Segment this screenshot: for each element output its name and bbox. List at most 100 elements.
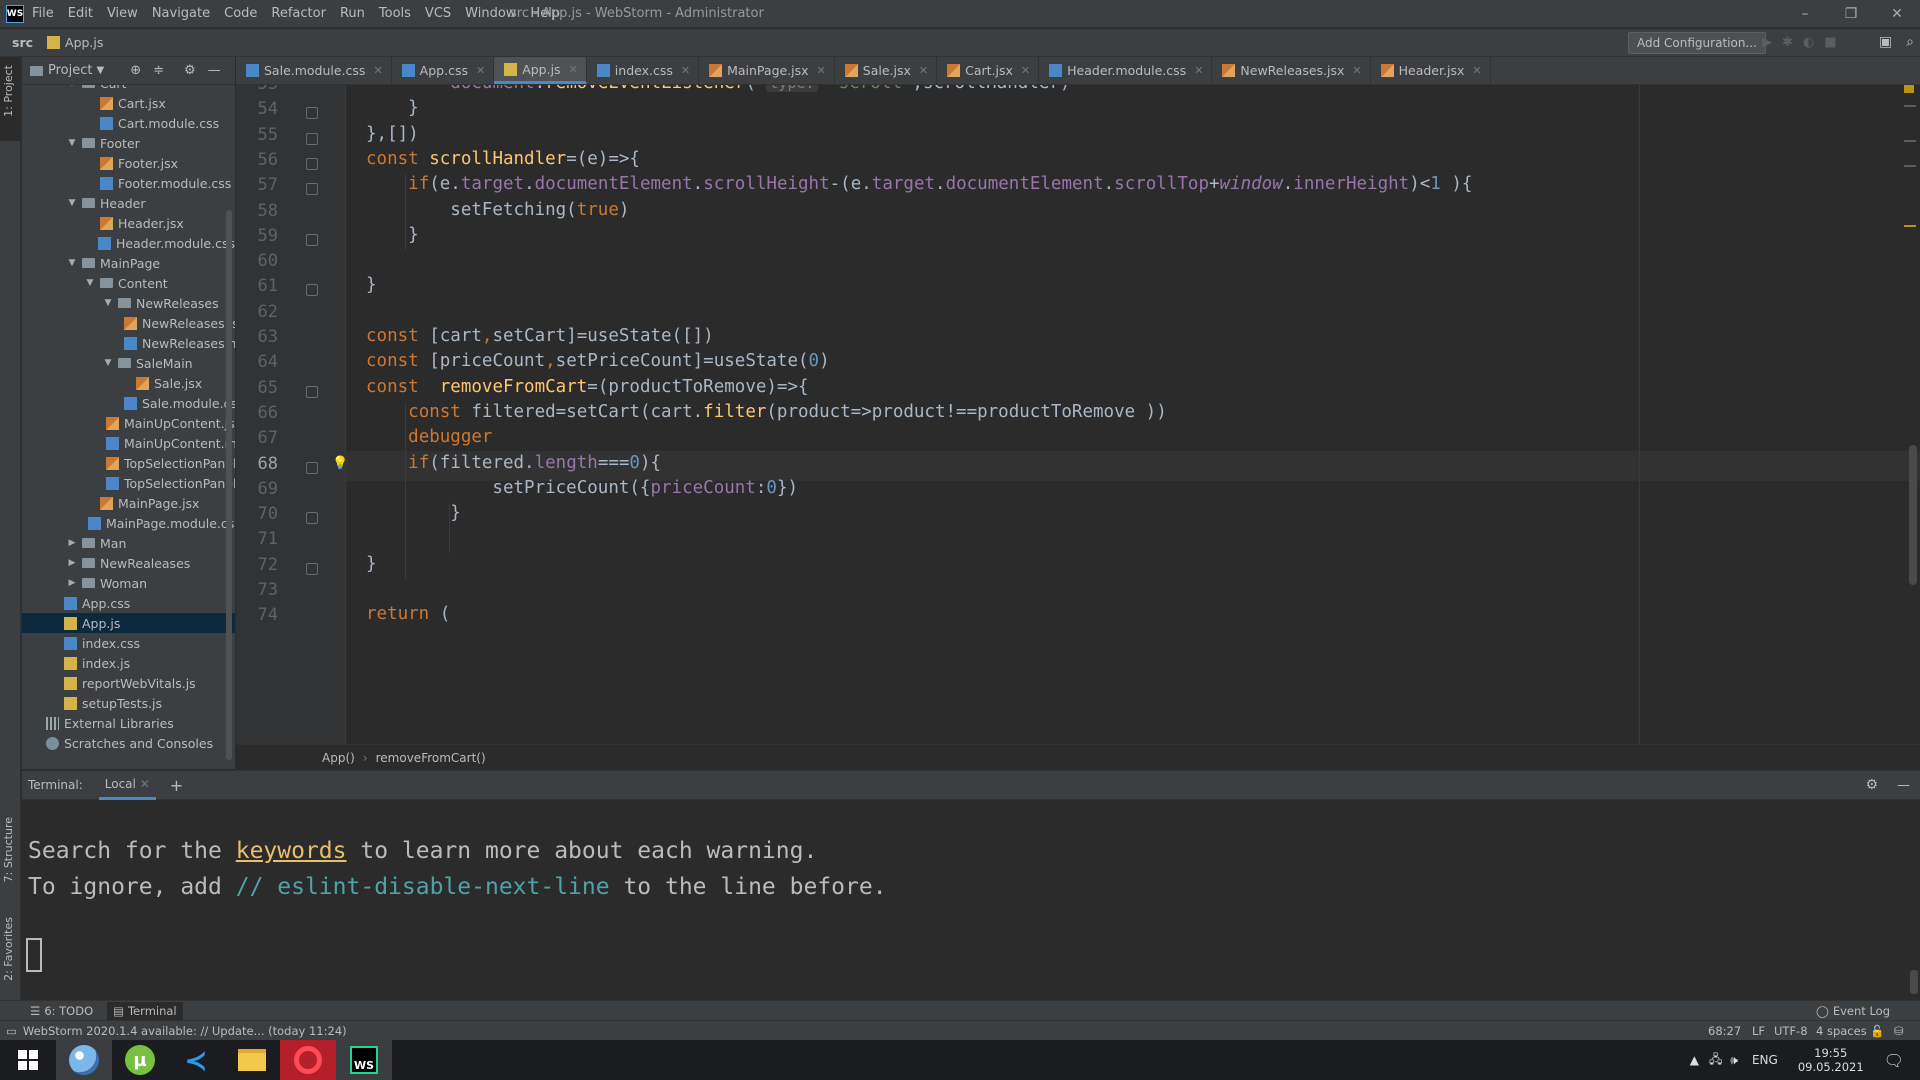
collapsed-arrow-icon[interactable]: ▶ — [66, 538, 78, 548]
maximize-button[interactable]: ❐ — [1828, 0, 1874, 28]
chevron-down-icon[interactable]: ▼ — [96, 65, 104, 76]
taskbar-app-explorer[interactable] — [224, 1040, 280, 1080]
code-editor[interactable]: 53 54 55 56 57 58 59 60 61 62 63 64 65 66 67 68 69 70 71 72… — [236, 85, 1920, 744]
code-line[interactable]: const filtered=setCart(cart.filter(produ… — [366, 402, 1167, 422]
editor-scrollbar[interactable] — [1909, 445, 1917, 585]
editor-tab[interactable]: index.css ✕ — [587, 57, 700, 84]
menu-vcs[interactable]: VCS — [425, 6, 451, 21]
status-window-icon[interactable]: ▭ — [6, 1024, 17, 1038]
taskbar-app-vscode[interactable]: ≺ — [168, 1040, 224, 1080]
taskbar-app-torrent[interactable]: µ — [112, 1040, 168, 1080]
close-tab-icon[interactable]: ✕ — [140, 777, 150, 791]
editor-tab[interactable]: NewReleases.jsx ✕ — [1212, 57, 1371, 84]
close-window-button[interactable]: ✕ — [1874, 0, 1920, 28]
volume-icon[interactable]: 🕪 — [1730, 1053, 1738, 1068]
caret-position[interactable]: 68:27 — [1708, 1024, 1741, 1038]
terminal-tool-button[interactable]: ▤ Terminal — [107, 1001, 183, 1020]
tree-item[interactable]: MainUpContent.jsx — [22, 413, 235, 433]
close-tab-icon[interactable]: ✕ — [919, 64, 928, 77]
debug-icon[interactable]: ✱ — [1782, 35, 1793, 50]
expanded-arrow-icon[interactable]: ▼ — [66, 258, 78, 268]
collapsed-arrow-icon[interactable]: ▶ — [66, 558, 78, 568]
taskbar-app-paint[interactable] — [56, 1040, 112, 1080]
locate-file-icon[interactable]: ⊕ — [130, 63, 141, 78]
collapse-all-icon[interactable]: ≑ — [153, 63, 164, 78]
menu-file[interactable]: File — [32, 6, 54, 21]
code-line[interactable]: const [cart,setCart]=useState([]) — [366, 326, 714, 346]
project-structure-icon[interactable]: ▣ — [1879, 34, 1892, 50]
structure-tool-button[interactable]: 7: Structure — [2, 817, 15, 882]
code-line[interactable]: },[]) — [366, 124, 419, 144]
code-line[interactable]: const [priceCount,setPriceCount]=useStat… — [366, 351, 830, 371]
expanded-arrow-icon[interactable]: ▼ — [66, 138, 78, 148]
taskbar-app-opera[interactable] — [280, 1040, 336, 1080]
editor-tab[interactable]: Sale.jsx ✕ — [835, 57, 938, 84]
fold-marker-icon[interactable] — [306, 461, 318, 474]
tree-item[interactable]: Footer.module.css — [22, 173, 235, 193]
code-line[interactable]: if(e.target.documentElement.scrollHeight… — [366, 174, 1472, 194]
tree-item[interactable]: index.js — [22, 653, 235, 673]
code-line[interactable]: const removeFromCart=(productToRemove)=>… — [366, 377, 809, 397]
code-line[interactable]: } — [366, 98, 419, 118]
tree-item[interactable]: Cart.module.css — [22, 113, 235, 133]
tree-item[interactable]: External Libraries — [22, 713, 235, 733]
tree-item[interactable]: Cart.jsx — [22, 93, 235, 113]
close-tab-icon[interactable]: ✕ — [1472, 64, 1481, 77]
editor-tab[interactable]: Header.jsx ✕ — [1371, 57, 1491, 84]
collapsed-arrow-icon[interactable]: ▶ — [66, 578, 78, 588]
gear-icon[interactable]: ⚙ — [1865, 777, 1878, 793]
tree-item[interactable]: ▼ Cart — [22, 85, 235, 93]
keywords-link[interactable]: keywords — [236, 838, 347, 864]
tree-item[interactable]: MainPage.module.css — [22, 513, 235, 533]
terminal-scrollbar[interactable] — [1910, 970, 1918, 994]
menu-window[interactable]: Window — [465, 6, 516, 21]
language-indicator[interactable]: ENG — [1752, 1053, 1778, 1067]
search-everywhere-icon[interactable]: ⌕ — [1906, 34, 1914, 50]
tree-item[interactable]: ▼ MainPage — [22, 253, 235, 273]
taskbar-app-webstorm[interactable]: WS — [336, 1040, 392, 1080]
tree-item[interactable]: NewReleases.mo — [22, 333, 235, 353]
tree-item[interactable]: App.js — [22, 613, 235, 633]
tree-item[interactable]: Header.module.css — [22, 233, 235, 253]
breadcrumb-app-fn[interactable]: App() — [322, 751, 355, 765]
start-button[interactable] — [0, 1040, 56, 1080]
network-icon[interactable]: 🖧 — [1709, 1050, 1722, 1071]
editor-tab[interactable]: MainPage.jsx ✕ — [699, 57, 835, 84]
fold-marker-icon[interactable] — [306, 385, 318, 398]
close-tab-icon[interactable]: ✕ — [476, 64, 485, 77]
fold-marker-icon[interactable] — [306, 132, 318, 145]
line-separator[interactable]: LF — [1752, 1024, 1765, 1038]
tree-item[interactable]: ▼ Footer — [22, 133, 235, 153]
tree-item[interactable]: Scratches and Consoles — [22, 733, 235, 753]
tree-item[interactable]: ▼ Content — [22, 273, 235, 293]
menu-tools[interactable]: Tools — [379, 6, 411, 21]
tree-item[interactable]: reportWebVitals.js — [22, 673, 235, 693]
close-tab-icon[interactable]: ✕ — [1194, 64, 1203, 77]
fold-marker-icon[interactable] — [306, 233, 318, 246]
code-line[interactable]: } — [366, 225, 419, 245]
event-log-button[interactable]: ◯ Event Log — [1816, 1004, 1890, 1018]
expanded-arrow-icon[interactable]: ▼ — [84, 278, 96, 288]
fold-marker-icon[interactable] — [306, 562, 318, 575]
gear-icon[interactable]: ⚙ — [184, 63, 196, 78]
fold-marker-icon[interactable] — [306, 107, 318, 120]
intention-bulb-icon[interactable]: 💡 — [332, 456, 348, 471]
tree-item[interactable]: TopSelectionPanel.i — [22, 473, 235, 493]
tray-overflow-icon[interactable]: ▲ — [1690, 1053, 1699, 1067]
tree-item[interactable]: index.css — [22, 633, 235, 653]
editor-tab[interactable]: Header.module.css ✕ — [1039, 57, 1213, 84]
new-terminal-icon[interactable]: + — [170, 776, 183, 795]
menu-edit[interactable]: Edit — [68, 6, 93, 21]
lock-icon[interactable]: 🔓 — [1870, 1024, 1884, 1038]
warning-marker[interactable] — [1904, 85, 1914, 93]
code-line[interactable]: } — [366, 554, 377, 574]
code-line[interactable]: } — [366, 275, 377, 295]
stop-icon[interactable]: ■ — [1824, 35, 1836, 50]
hide-panel-icon[interactable]: — — [208, 63, 221, 78]
tree-item[interactable]: TopSelectionPanel.j — [22, 453, 235, 473]
tree-item[interactable]: MainUpContent.mo — [22, 433, 235, 453]
coverage-icon[interactable]: ◐ — [1803, 35, 1814, 50]
tree-item[interactable]: ▼ Header — [22, 193, 235, 213]
terminal-output[interactable]: Search for the keywords to learn more ab… — [22, 800, 1920, 1000]
editor-tab[interactable]: Sale.module.css ✕ — [236, 57, 392, 84]
